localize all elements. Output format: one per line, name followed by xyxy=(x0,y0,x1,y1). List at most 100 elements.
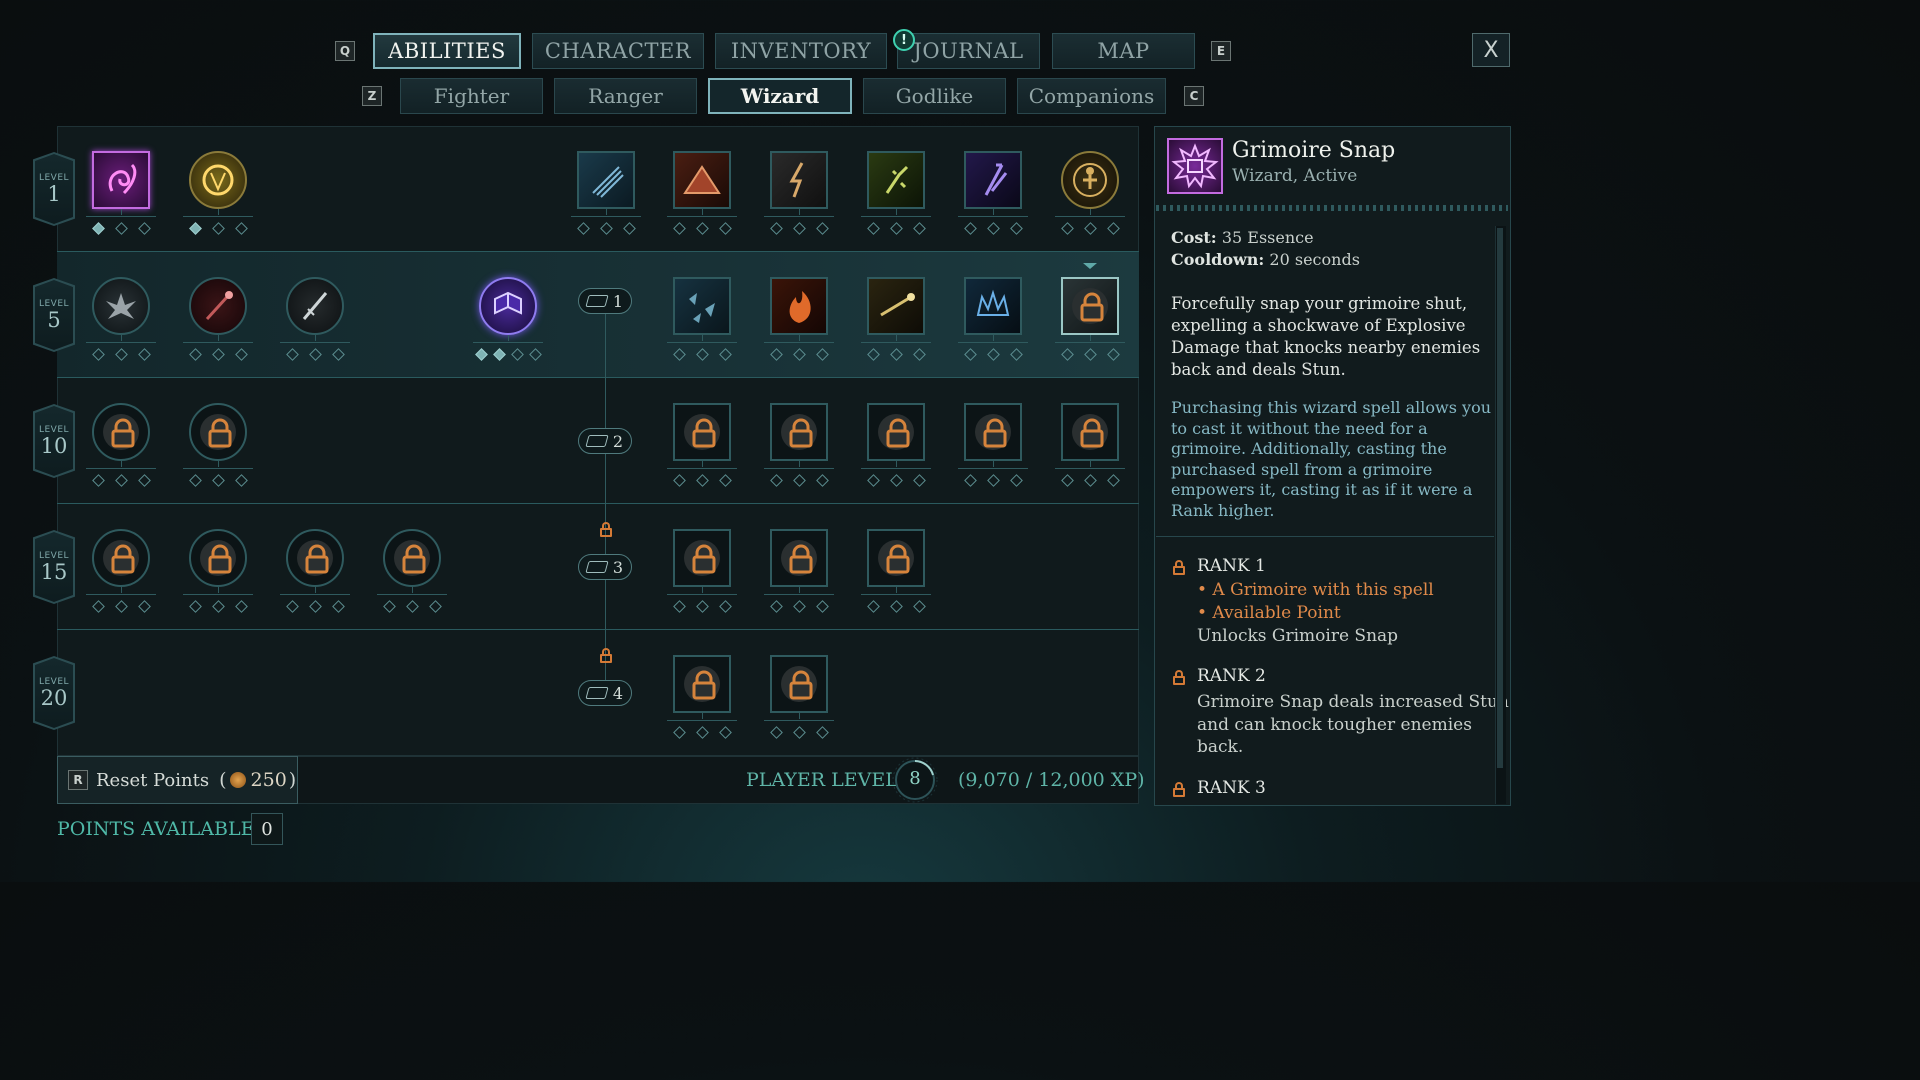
ability-node[interactable] xyxy=(964,403,1022,461)
ability-node[interactable] xyxy=(189,529,247,587)
ability-node-underline xyxy=(861,342,931,343)
ability-node[interactable] xyxy=(770,277,828,335)
reset-paren-close: ) xyxy=(288,769,297,791)
ability-node[interactable] xyxy=(673,403,731,461)
ability-node[interactable] xyxy=(867,529,925,587)
ability-node[interactable] xyxy=(673,529,731,587)
ability-node[interactable] xyxy=(964,151,1022,209)
ability-node[interactable] xyxy=(673,655,731,713)
rank2-title: RANK 2 xyxy=(1197,666,1266,686)
ability-node[interactable] xyxy=(673,277,731,335)
ability-node-connector xyxy=(702,335,703,341)
desc-line: back and deals Stun. xyxy=(1171,360,1346,379)
rank2-line: and can knock tougher enemies xyxy=(1197,714,1472,735)
ability-node[interactable] xyxy=(383,529,441,587)
ability-node-underline xyxy=(280,342,350,343)
ability-node[interactable] xyxy=(92,403,150,461)
subtab-ranger[interactable]: Ranger xyxy=(554,78,697,114)
subtab-fighter[interactable]: Fighter xyxy=(400,78,543,114)
player-xp: (9,070 / 12,000 XP) xyxy=(958,769,1145,791)
detail-divider xyxy=(1156,205,1508,211)
subtab-wizard[interactable]: Wizard xyxy=(708,78,852,114)
level-number: 15 xyxy=(40,560,68,584)
ability-node-underline xyxy=(571,216,641,217)
rank1-requirement-grimoire: • A Grimoire with this spell xyxy=(1197,580,1434,600)
ability-node-connector xyxy=(799,461,800,467)
ability-node-connector xyxy=(1090,209,1091,215)
ability-node-underline xyxy=(1055,216,1125,217)
subtab-godlike[interactable]: Godlike xyxy=(863,78,1006,114)
ability-node[interactable] xyxy=(867,403,925,461)
level-number: 10 xyxy=(40,434,68,458)
prev-subtab-key[interactable]: Z xyxy=(362,86,382,106)
grimoire-book-icon xyxy=(585,561,609,573)
reset-points-button[interactable]: R Reset Points ( 250 ) xyxy=(57,756,298,804)
ability-node-golden-armor[interactable] xyxy=(189,151,247,209)
ability-node[interactable] xyxy=(867,151,925,209)
ability-node-connector xyxy=(218,335,219,341)
ability-node[interactable] xyxy=(770,403,828,461)
ability-node-connector xyxy=(702,587,703,593)
ability-node-underline xyxy=(667,468,737,469)
ability-node-connector xyxy=(993,461,994,467)
tab-abilities[interactable]: ABILITIES xyxy=(373,33,521,69)
lock-icon xyxy=(1172,670,1186,686)
note-line: empowers it, casting it as if it were a xyxy=(1171,480,1473,500)
ability-node[interactable] xyxy=(1061,151,1119,209)
level-number: 1 xyxy=(47,182,61,206)
ability-node[interactable] xyxy=(286,277,344,335)
ability-node[interactable] xyxy=(770,655,828,713)
next-tab-key[interactable]: E xyxy=(1211,41,1231,61)
subtab-companions[interactable]: Companions xyxy=(1017,78,1166,114)
ability-node-connector xyxy=(799,587,800,593)
tab-character[interactable]: CHARACTER xyxy=(532,33,704,69)
ability-node[interactable] xyxy=(1061,403,1119,461)
rank2-effect: Grimoire Snap deals increased Stun and c… xyxy=(1197,691,1509,759)
ability-node-underline xyxy=(280,594,350,595)
ability-node[interactable] xyxy=(673,151,731,209)
ability-node[interactable] xyxy=(189,403,247,461)
ability-node[interactable] xyxy=(770,151,828,209)
detail-note: Purchasing this wizard spell allows you … xyxy=(1171,398,1491,522)
ability-node-connector xyxy=(702,713,703,719)
close-button[interactable]: X xyxy=(1472,33,1510,67)
points-available-value: 0 xyxy=(251,813,283,845)
lock-icon xyxy=(599,522,613,538)
ability-node[interactable] xyxy=(964,277,1022,335)
note-line: purchased spell from a grimoire xyxy=(1171,459,1433,479)
ability-node-arcane-swirl[interactable] xyxy=(92,151,150,209)
reset-label: Reset Points xyxy=(96,769,210,791)
ability-node-connector xyxy=(606,209,607,215)
level-number: 5 xyxy=(47,308,61,332)
ability-node[interactable] xyxy=(92,529,150,587)
ability-node-connector xyxy=(121,587,122,593)
ability-node[interactable] xyxy=(867,277,925,335)
ability-node-connector xyxy=(121,461,122,467)
ability-node[interactable] xyxy=(577,151,635,209)
tab-journal[interactable]: JOURNAL xyxy=(897,33,1040,69)
ability-node[interactable] xyxy=(286,529,344,587)
ability-node-underline xyxy=(183,342,253,343)
ability-node-connector xyxy=(1090,461,1091,467)
ability-node-grimoire-snap[interactable] xyxy=(1061,277,1119,335)
selected-indicator-icon xyxy=(1083,263,1097,269)
grimoire-book-icon xyxy=(585,435,609,447)
ability-node-underline xyxy=(861,216,931,217)
tab-inventory[interactable]: INVENTORY xyxy=(715,33,887,69)
lock-icon xyxy=(1172,782,1186,798)
cost-label: Cost: xyxy=(1171,228,1217,247)
ability-node-connector xyxy=(799,713,800,719)
tab-map[interactable]: MAP xyxy=(1052,33,1195,69)
ability-node-connector xyxy=(121,335,122,341)
ability-node-grimoire[interactable] xyxy=(479,277,537,335)
ability-node[interactable] xyxy=(189,277,247,335)
detail-cost: Cost: 35 Essence xyxy=(1171,227,1314,249)
ability-node[interactable] xyxy=(770,529,828,587)
prev-tab-key[interactable]: Q xyxy=(335,41,355,61)
ability-node[interactable] xyxy=(92,277,150,335)
next-subtab-key[interactable]: C xyxy=(1184,86,1204,106)
ability-node-connector xyxy=(993,209,994,215)
ability-node-underline xyxy=(473,342,543,343)
detail-scrollbar-thumb[interactable] xyxy=(1497,228,1503,768)
grimoire-rank-number: 4 xyxy=(612,683,624,703)
